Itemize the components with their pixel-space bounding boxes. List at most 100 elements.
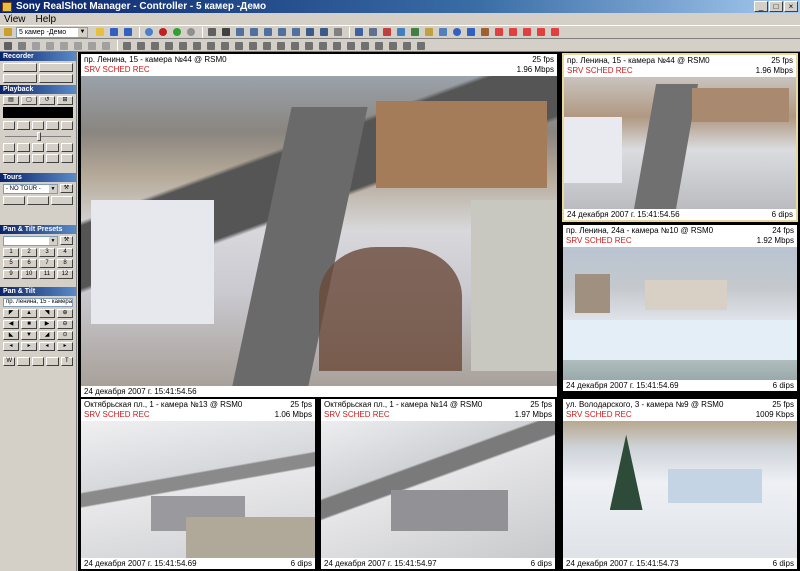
undo-icon[interactable]: [86, 40, 98, 51]
pan-left-button[interactable]: ◀: [3, 320, 19, 329]
preset-button-3[interactable]: 3: [39, 248, 55, 257]
globe-icon[interactable]: [143, 27, 155, 38]
brush-icon[interactable]: [479, 27, 491, 38]
playback-button-h[interactable]: [31, 154, 45, 163]
preset-button-7[interactable]: 7: [39, 259, 55, 268]
camera-feed[interactable]: [321, 421, 555, 558]
preset-button-12[interactable]: 12: [57, 270, 73, 279]
layout-7-icon[interactable]: [219, 40, 231, 51]
playback-button-e[interactable]: [60, 143, 74, 152]
pin-icon[interactable]: [16, 40, 28, 51]
key-icon[interactable]: [423, 27, 435, 38]
playback-step-fwd-button[interactable]: [46, 121, 59, 130]
window-5-icon[interactable]: [549, 27, 561, 38]
window-3-icon[interactable]: [521, 27, 533, 38]
pan-home-button[interactable]: ■: [21, 320, 37, 329]
layout-3-icon[interactable]: [163, 40, 175, 51]
layout-18-icon[interactable]: [373, 40, 385, 51]
layout-13-icon[interactable]: [303, 40, 315, 51]
playback-open-button[interactable]: ▤: [3, 96, 19, 105]
preset-button-11[interactable]: 11: [39, 270, 55, 279]
network-icon[interactable]: [409, 27, 421, 38]
grid-icon[interactable]: [234, 27, 246, 38]
camera-feed[interactable]: [563, 421, 797, 558]
video-tile-2[interactable]: пр. Ленина, 15 - камера №44 @ RSM0 25 fp…: [562, 53, 798, 222]
layout-10-icon[interactable]: [261, 40, 273, 51]
menu-help[interactable]: Help: [36, 14, 57, 25]
pan-down-button[interactable]: ▼: [21, 331, 37, 340]
playback-button-d[interactable]: [46, 143, 59, 152]
settings-icon[interactable]: [332, 27, 344, 38]
camera-feed[interactable]: [81, 76, 557, 386]
playback-loop-button[interactable]: ↺: [39, 96, 55, 105]
layout-14-icon[interactable]: [317, 40, 329, 51]
folder-icon[interactable]: [94, 27, 106, 38]
preset-button-1[interactable]: 1: [3, 248, 19, 257]
window-4-icon[interactable]: [535, 27, 547, 38]
paste-icon[interactable]: [44, 40, 56, 51]
video-tile-main[interactable]: пр. Ленина, 15 - камера №44 @ RSM0 25 fp…: [80, 53, 558, 398]
cut-icon[interactable]: [58, 40, 70, 51]
layout-20-icon[interactable]: [401, 40, 413, 51]
iris-button-4[interactable]: ▸: [57, 342, 73, 351]
layout-preset-select[interactable]: 5 камер -Демо ▼: [16, 26, 88, 38]
iris-button-2[interactable]: ▸: [21, 342, 37, 351]
layout-2-icon[interactable]: [262, 27, 274, 38]
playback-button-b[interactable]: [17, 143, 30, 152]
delete-icon[interactable]: [72, 40, 84, 51]
help-icon[interactable]: [451, 27, 463, 38]
tour-button-2[interactable]: [27, 196, 49, 205]
layout-16-icon[interactable]: [345, 40, 357, 51]
preset-button-8[interactable]: 8: [57, 259, 73, 268]
zoom-wide-button[interactable]: W: [3, 357, 16, 366]
layout-21-icon[interactable]: [415, 40, 427, 51]
tour-settings-button[interactable]: ⚒: [60, 184, 73, 193]
recorder-button-2[interactable]: [39, 63, 73, 72]
pan-up-button[interactable]: ▲: [21, 309, 37, 318]
close-icon[interactable]: ×: [784, 1, 798, 12]
camera-feed[interactable]: [563, 247, 797, 380]
layout-3-icon[interactable]: [276, 27, 288, 38]
forward-icon[interactable]: [108, 27, 120, 38]
tools-icon[interactable]: [2, 40, 14, 51]
users-icon[interactable]: [395, 27, 407, 38]
layout-2-icon[interactable]: [149, 40, 161, 51]
menu-view[interactable]: View: [4, 14, 26, 25]
playback-step-back-button[interactable]: [17, 121, 30, 130]
tour-select[interactable]: - NO TOUR - ▼: [3, 184, 58, 194]
playback-speed-slider[interactable]: [3, 132, 73, 141]
playback-rewind-button[interactable]: [3, 121, 16, 130]
playback-play-button[interactable]: [31, 121, 45, 130]
recorder-button-1[interactable]: [3, 63, 37, 72]
preset-settings-button[interactable]: ⚒: [60, 236, 73, 245]
zoom-out-button[interactable]: ⊖: [57, 320, 73, 329]
preset-button-6[interactable]: 6: [21, 259, 37, 268]
layout-17-icon[interactable]: [359, 40, 371, 51]
lock-icon[interactable]: [2, 27, 14, 38]
zoom-slider-2[interactable]: [31, 357, 45, 366]
layout-5-icon[interactable]: [191, 40, 203, 51]
monitor-2-icon[interactable]: [318, 27, 330, 38]
zoom-in-button[interactable]: ⊕: [57, 309, 73, 318]
tour-button-1[interactable]: [3, 196, 25, 205]
video-tile-5[interactable]: Октябрьская пл., 1 - камера №14 @ RSM0 2…: [320, 398, 556, 570]
maximize-icon[interactable]: □: [769, 1, 783, 12]
playback-button-f[interactable]: [3, 154, 16, 163]
back-icon[interactable]: [122, 27, 134, 38]
chart-icon[interactable]: [437, 27, 449, 38]
info-icon[interactable]: [465, 27, 477, 38]
tools-icon[interactable]: [367, 27, 379, 38]
playback-folder-button[interactable]: ▢: [21, 96, 37, 105]
preset-select[interactable]: ▼: [3, 236, 58, 246]
playback-button-i[interactable]: [46, 154, 59, 163]
preset-button-9[interactable]: 9: [3, 270, 19, 279]
window-2-icon[interactable]: [507, 27, 519, 38]
shield-icon[interactable]: [353, 27, 365, 38]
slider-thumb[interactable]: [37, 132, 41, 141]
playback-export-button[interactable]: ⊞: [57, 96, 73, 105]
alarm-icon[interactable]: [381, 27, 393, 38]
layout-19-icon[interactable]: [387, 40, 399, 51]
add-icon[interactable]: [121, 40, 133, 51]
pan-right-button[interactable]: ▶: [39, 320, 55, 329]
video-tile-6[interactable]: ул. Володарского, 3 - камера №9 @ RSM0 2…: [562, 398, 798, 570]
